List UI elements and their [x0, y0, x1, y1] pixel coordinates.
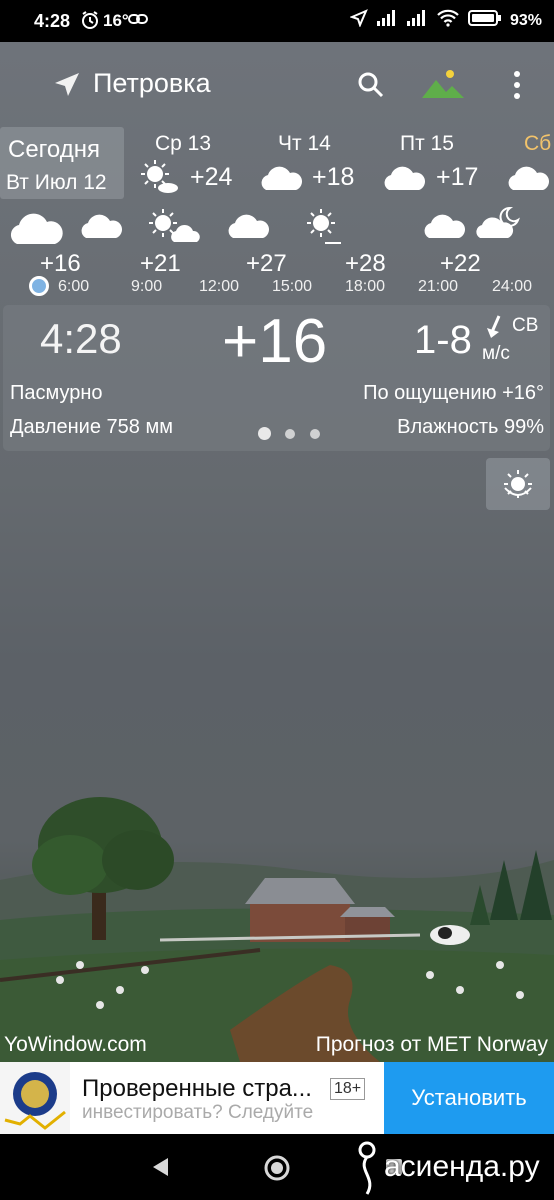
- landscape-icon[interactable]: [420, 66, 466, 102]
- day-temp-thu: +18: [312, 163, 355, 191]
- ad-subtitle: инвестировать? Следуйте: [82, 1102, 314, 1123]
- day-name-sat[interactable]: Сб: [524, 132, 551, 156]
- hourly-time-9: 9:00: [131, 278, 163, 295]
- current-time: 4:28: [40, 315, 122, 362]
- cloud-icon: [505, 164, 551, 197]
- landscape-illustration: [0, 797, 554, 1062]
- hourly-temp-21: +22: [440, 250, 481, 277]
- more-menu-icon[interactable]: [506, 68, 528, 102]
- watermark-logo: [352, 1140, 382, 1200]
- page-dot-active: [258, 427, 271, 440]
- hourly-temp-9: +21: [140, 250, 181, 277]
- cloud-icon: [8, 210, 66, 251]
- wind-unit: м/с: [482, 343, 510, 364]
- signal-icon: [376, 9, 398, 32]
- hourly-temp-6: +16: [40, 250, 81, 277]
- ad-title: Проверенные стра...: [82, 1075, 312, 1102]
- hourly-time-15: 15:00: [272, 278, 313, 295]
- hourly-time-24: 24:00: [492, 278, 533, 295]
- day-temp-wed: +24: [190, 163, 233, 191]
- sun-cloud-icon: [148, 208, 200, 249]
- location-arrow-icon[interactable]: [52, 70, 82, 105]
- hourly-temp-18: +28: [345, 250, 386, 277]
- location-name[interactable]: Петровка: [93, 68, 211, 99]
- install-button[interactable]: Установить: [384, 1062, 554, 1134]
- page-dot: [285, 429, 295, 439]
- wind-speed: 1-8: [414, 318, 472, 362]
- hourly-time-6: 6:00: [58, 278, 90, 295]
- cloud-icon: [225, 212, 271, 245]
- back-icon[interactable]: [150, 1156, 170, 1183]
- status-time: 4:28: [34, 11, 71, 31]
- alarm-icon: [80, 10, 100, 35]
- home-icon[interactable]: [263, 1154, 291, 1187]
- day-name-thu[interactable]: Чт 14: [278, 132, 331, 156]
- cloud-icon: [421, 212, 467, 245]
- cloud-icon: [258, 164, 304, 197]
- sun-haze-icon: [303, 207, 343, 250]
- wifi-icon: [436, 9, 460, 32]
- wind-direction: СВ: [512, 315, 539, 336]
- forecast-source[interactable]: Прогноз от MET Norway: [316, 1033, 548, 1057]
- sun-cloud-icon: [140, 158, 180, 199]
- yowindow-link[interactable]: YoWindow.com: [4, 1033, 147, 1057]
- sun-moon-button[interactable]: [486, 458, 550, 510]
- hourly-time-12: 12:00: [199, 278, 240, 295]
- search-icon[interactable]: [356, 70, 390, 104]
- wind-direction-icon: [486, 314, 504, 345]
- cloud-icon: [381, 164, 427, 197]
- hourly-time-21: 21:00: [418, 278, 459, 295]
- status-temperature: 16°: [103, 11, 129, 30]
- humidity: Влажность 99%: [397, 416, 544, 438]
- watermark-text: асиенда.ру: [384, 1150, 540, 1183]
- ad-logo[interactable]: [0, 1062, 70, 1134]
- day-temp-fri: +17: [436, 163, 479, 191]
- status-icons: 93%: [349, 9, 542, 32]
- location-arrow-icon: [349, 9, 368, 32]
- day-name-fri[interactable]: Пт 15: [400, 132, 454, 156]
- page-dot: [310, 429, 320, 439]
- hourly-temp-15: +27: [246, 250, 287, 277]
- pressure: Давление 758 мм: [10, 416, 173, 438]
- hourly-time-18: 18:00: [345, 278, 386, 295]
- moon-cloud-icon: [474, 206, 520, 245]
- day-name-wed[interactable]: Ср 13: [155, 132, 211, 156]
- battery-icon: [467, 9, 502, 32]
- signal-icon-2: [406, 9, 428, 32]
- battery-percent: 93%: [509, 11, 542, 29]
- today-label: Сегодня: [8, 136, 100, 163]
- ad-age-badge: 18+: [330, 1078, 366, 1100]
- current-temperature: +16: [222, 307, 328, 376]
- link-icon: [128, 12, 148, 31]
- feels-like: По ощущению +16°: [363, 382, 544, 404]
- cloud-icon: [78, 212, 124, 245]
- current-time-indicator: [29, 276, 49, 296]
- condition-text: Пасмурно: [10, 382, 103, 404]
- today-date: Вт Июл 12: [6, 171, 107, 194]
